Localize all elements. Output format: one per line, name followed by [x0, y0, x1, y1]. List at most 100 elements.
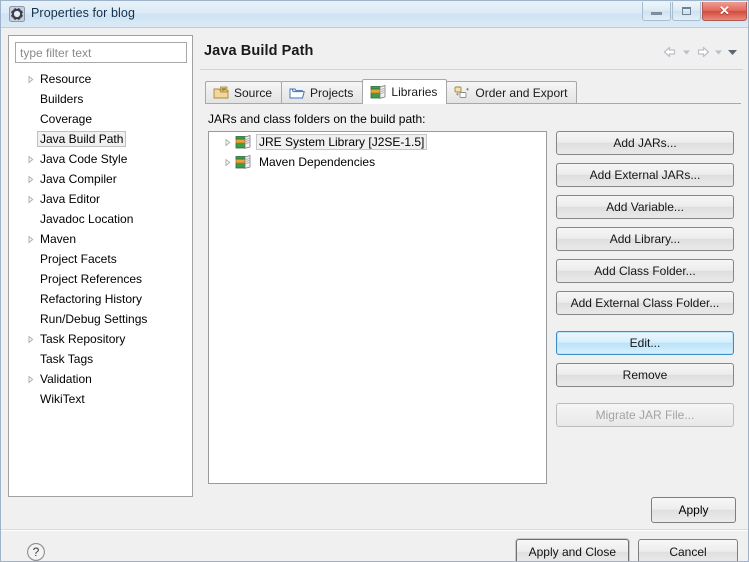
expand-arrow-icon[interactable] — [220, 158, 235, 167]
window-controls: ✕ — [641, 2, 747, 21]
filter-field-wrapper — [15, 42, 187, 63]
build-path-tabs: Source Projects Libraries Order and Export — [205, 79, 741, 104]
dialog-body: Resource Builders Coverage Java Build Path J… — [1, 28, 748, 561]
sidebar-item-project-facets[interactable]: Project Facets — [9, 249, 192, 269]
add-library-button[interactable]: Add Library... — [556, 227, 734, 251]
sidebar-item-label: Coverage — [40, 112, 93, 126]
minimize-button[interactable] — [642, 2, 671, 21]
button-gap — [556, 219, 734, 227]
sidebar-item-maven[interactable]: Maven — [9, 229, 192, 249]
source-folder-icon — [213, 86, 229, 100]
add-variable-button[interactable]: Add Variable... — [556, 195, 734, 219]
tab-label: Order and Export — [475, 86, 568, 100]
cancel-button[interactable]: Cancel — [638, 539, 738, 561]
library-books-icon — [370, 84, 386, 100]
view-menu-icon[interactable] — [726, 46, 739, 58]
expand-arrow-icon[interactable] — [23, 329, 37, 349]
button-gap — [556, 155, 734, 163]
dialog-footer-buttons: Apply and Close Cancel — [515, 539, 738, 561]
sidebar-item-resource[interactable]: Resource — [9, 69, 192, 89]
tab-order-and-export[interactable]: Order and Export — [446, 81, 578, 104]
expand-arrow-icon[interactable] — [23, 149, 37, 169]
sidebar-item-java-compiler[interactable]: Java Compiler — [9, 169, 192, 189]
sidebar-item-label: Java Code Style — [40, 152, 128, 166]
expand-arrow-icon[interactable] — [220, 138, 235, 147]
settings-tree[interactable]: Resource Builders Coverage Java Build Path J… — [9, 69, 192, 496]
filter-input[interactable] — [15, 42, 187, 63]
add-external-class-folder-button[interactable]: Add External Class Folder... — [556, 291, 734, 315]
sidebar-item-builders[interactable]: Builders — [9, 89, 192, 109]
apply-button[interactable]: Apply — [651, 497, 736, 523]
help-button[interactable]: ? — [25, 541, 47, 561]
libraries-action-buttons: Add JARs... Add External JARs... Add Varia… — [556, 131, 734, 427]
migrate-jar-file-button: Migrate JAR File... — [556, 403, 734, 427]
eclipse-gear-icon — [9, 6, 25, 22]
add-external-jars-button[interactable]: Add External JARs... — [556, 163, 734, 187]
sidebar-item-label: Maven — [40, 232, 77, 246]
forward-arrow-icon[interactable] — [694, 45, 711, 59]
sidebar-item-task-repository[interactable]: Task Repository — [9, 329, 192, 349]
sidebar-item-wikitext[interactable]: WikiText — [9, 389, 192, 409]
sidebar-item-label: Resource — [40, 72, 92, 86]
remove-button[interactable]: Remove — [556, 363, 734, 387]
window-title: Properties for blog — [31, 6, 136, 20]
sidebar-item-label: Task Repository — [40, 332, 126, 346]
title-bar: Properties for blog ✕ — [1, 1, 748, 28]
minimize-icon — [643, 2, 670, 20]
close-icon: ✕ — [719, 3, 730, 18]
button-group-gap — [556, 315, 734, 331]
expand-arrow-icon[interactable] — [23, 369, 37, 389]
sidebar-item-project-references[interactable]: Project References — [9, 269, 192, 289]
sidebar-item-coverage[interactable]: Coverage — [9, 109, 192, 129]
sidebar-item-java-build-path[interactable]: Java Build Path — [9, 129, 192, 149]
maximize-button[interactable] — [672, 2, 701, 21]
apply-and-close-button[interactable]: Apply and Close — [515, 539, 629, 561]
tab-underline — [205, 103, 741, 104]
button-gap — [556, 187, 734, 195]
sidebar-item-task-tags[interactable]: Task Tags — [9, 349, 192, 369]
sidebar-item-label: Java Compiler — [40, 172, 117, 186]
forward-dropdown-icon[interactable] — [713, 46, 724, 58]
sidebar-item-validation[interactable]: Validation — [9, 369, 192, 389]
expand-arrow-icon[interactable] — [23, 69, 37, 89]
back-arrow-icon[interactable] — [662, 45, 679, 59]
sidebar-item-run-debug-settings[interactable]: Run/Debug Settings — [9, 309, 192, 329]
tab-label: Projects — [310, 86, 354, 100]
expand-arrow-icon[interactable] — [23, 189, 37, 209]
tab-projects[interactable]: Projects — [281, 81, 364, 104]
expand-arrow-icon[interactable] — [23, 169, 37, 189]
properties-dialog-window: Properties for blog ✕ Resource Builders Co… — [0, 0, 749, 562]
tab-libraries[interactable]: Libraries — [362, 79, 448, 104]
add-class-folder-button[interactable]: Add Class Folder... — [556, 259, 734, 283]
back-dropdown-icon[interactable] — [681, 46, 692, 58]
sidebar-item-javadoc-location[interactable]: Javadoc Location — [9, 209, 192, 229]
sidebar-item-label: Validation — [40, 372, 92, 386]
button-gap — [556, 251, 734, 259]
sidebar-item-java-editor[interactable]: Java Editor — [9, 189, 192, 209]
sidebar-item-label: Run/Debug Settings — [40, 312, 148, 326]
sidebar-item-java-code-style[interactable]: Java Code Style — [9, 149, 192, 169]
sidebar-item-label: Javadoc Location — [40, 212, 134, 226]
sidebar-item-label: Builders — [40, 92, 84, 106]
edit-button[interactable]: Edit... — [556, 331, 734, 355]
sidebar-item-label: Project Facets — [40, 252, 117, 266]
sidebar-item-label: Java Editor — [40, 192, 101, 206]
expand-arrow-icon[interactable] — [23, 229, 37, 249]
add-jars-button[interactable]: Add JARs... — [556, 131, 734, 155]
library-books-icon — [235, 154, 251, 170]
library-books-icon — [235, 134, 251, 150]
library-tree-item[interactable]: JRE System Library [J2SE-1.5] — [209, 132, 546, 152]
libraries-tree[interactable]: JRE System Library [J2SE-1.5] Maven Depen… — [208, 131, 547, 484]
library-tree-item[interactable]: Maven Dependencies — [209, 152, 546, 172]
tab-source[interactable]: Source — [205, 81, 283, 104]
page-content-panel: Java Build Path Source Projects Librarie… — [200, 35, 743, 523]
order-export-icon — [454, 86, 470, 100]
close-button[interactable]: ✕ — [702, 2, 747, 21]
sidebar-item-refactoring-history[interactable]: Refactoring History — [9, 289, 192, 309]
